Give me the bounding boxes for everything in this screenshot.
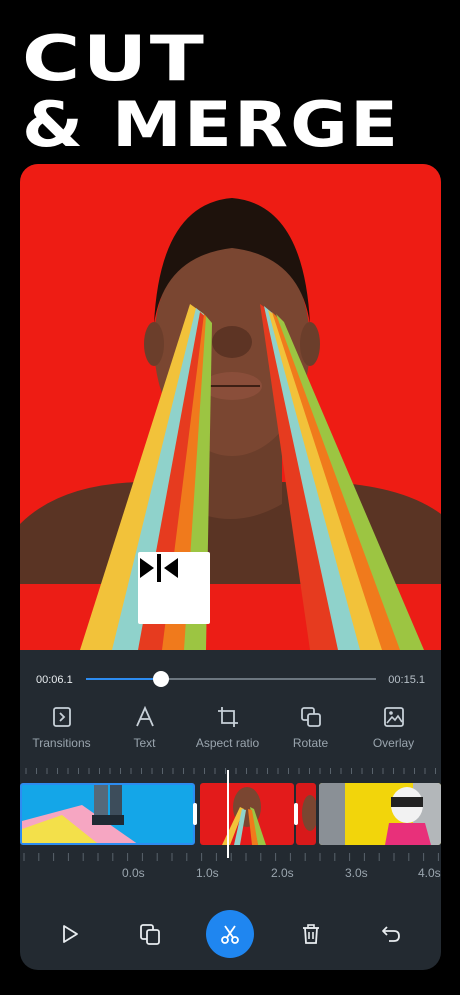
cut-button[interactable] — [206, 910, 255, 958]
progress-track[interactable] — [86, 671, 376, 687]
editor-card: 00:06.1 00:15.1 Transitions Text Aspect … — [20, 164, 441, 970]
playback-scrubber: 00:06.1 00:15.1 — [20, 650, 441, 692]
progress-knob[interactable] — [153, 671, 170, 687]
transitions-icon — [52, 707, 71, 727]
trash-icon — [302, 924, 319, 944]
tool-label: Text — [133, 736, 156, 750]
headline-line-2: & MERGE — [22, 88, 401, 161]
clip-thumbnail-1[interactable] — [20, 783, 195, 845]
edit-toolbar: Transitions Text Aspect ratio Rotate Ove… — [20, 692, 441, 758]
tool-label: Transitions — [32, 736, 91, 750]
image-overlay-icon — [383, 707, 404, 727]
total-time: 00:15.1 — [388, 674, 425, 686]
current-time: 00:06.1 — [36, 674, 73, 686]
duplicate-icon — [140, 924, 161, 945]
rotate-icon — [300, 707, 321, 727]
clip-1-artwork — [22, 785, 137, 843]
tool-rotate[interactable]: Rotate — [269, 692, 352, 758]
tool-aspect-ratio[interactable]: Aspect ratio — [186, 692, 269, 758]
text-icon — [135, 706, 154, 727]
tool-text[interactable]: Text — [103, 692, 186, 758]
playhead[interactable] — [227, 770, 229, 858]
split-icon — [140, 554, 178, 582]
duplicate-button[interactable] — [126, 910, 174, 958]
headline-line-1: CUT — [22, 22, 207, 95]
ruler-ticks — [23, 853, 439, 861]
top-ticks — [25, 768, 436, 774]
video-preview[interactable] — [20, 164, 441, 650]
delete-button[interactable] — [287, 910, 335, 958]
tool-overlay[interactable]: Overlay — [352, 692, 435, 758]
action-bar — [20, 898, 441, 970]
clip-3-artwork — [302, 795, 316, 831]
undo-icon — [381, 926, 400, 942]
clip-thumbnail-4[interactable] — [319, 783, 441, 845]
tool-label: Rotate — [292, 736, 329, 750]
play-icon — [63, 925, 78, 943]
clip-thumbnail-3[interactable] — [296, 783, 316, 845]
split-clip-badge[interactable] — [138, 552, 210, 624]
tool-transitions[interactable]: Transitions — [20, 692, 103, 758]
tool-label: Aspect ratio — [195, 736, 260, 750]
clip-2-artwork — [222, 787, 266, 845]
clip-trim-handle[interactable] — [193, 803, 197, 825]
progress-fill — [86, 678, 162, 680]
clip-trim-handle[interactable] — [294, 803, 298, 825]
undo-button[interactable] — [367, 910, 415, 958]
timeline[interactable]: 0.0s 1.0s 2.0s 3.0s 4.0s — [20, 758, 441, 898]
clip-strip — [20, 783, 441, 845]
ruler-label: 1.0s — [196, 866, 219, 880]
crop-icon — [217, 707, 238, 727]
play-button[interactable] — [46, 910, 94, 958]
headline: CUT & MERGE — [22, 28, 452, 156]
ruler-label: 3.0s — [345, 866, 368, 880]
tool-label: Overlay — [372, 736, 415, 750]
clip-4-artwork — [319, 783, 441, 845]
ruler-label: 0.0s — [122, 866, 145, 880]
preview-artwork — [20, 198, 441, 650]
ruler-label: 4.0s — [418, 866, 441, 880]
ruler-label: 2.0s — [271, 866, 294, 880]
scissors-icon — [221, 925, 240, 944]
clip-thumbnail-2[interactable] — [200, 783, 294, 845]
